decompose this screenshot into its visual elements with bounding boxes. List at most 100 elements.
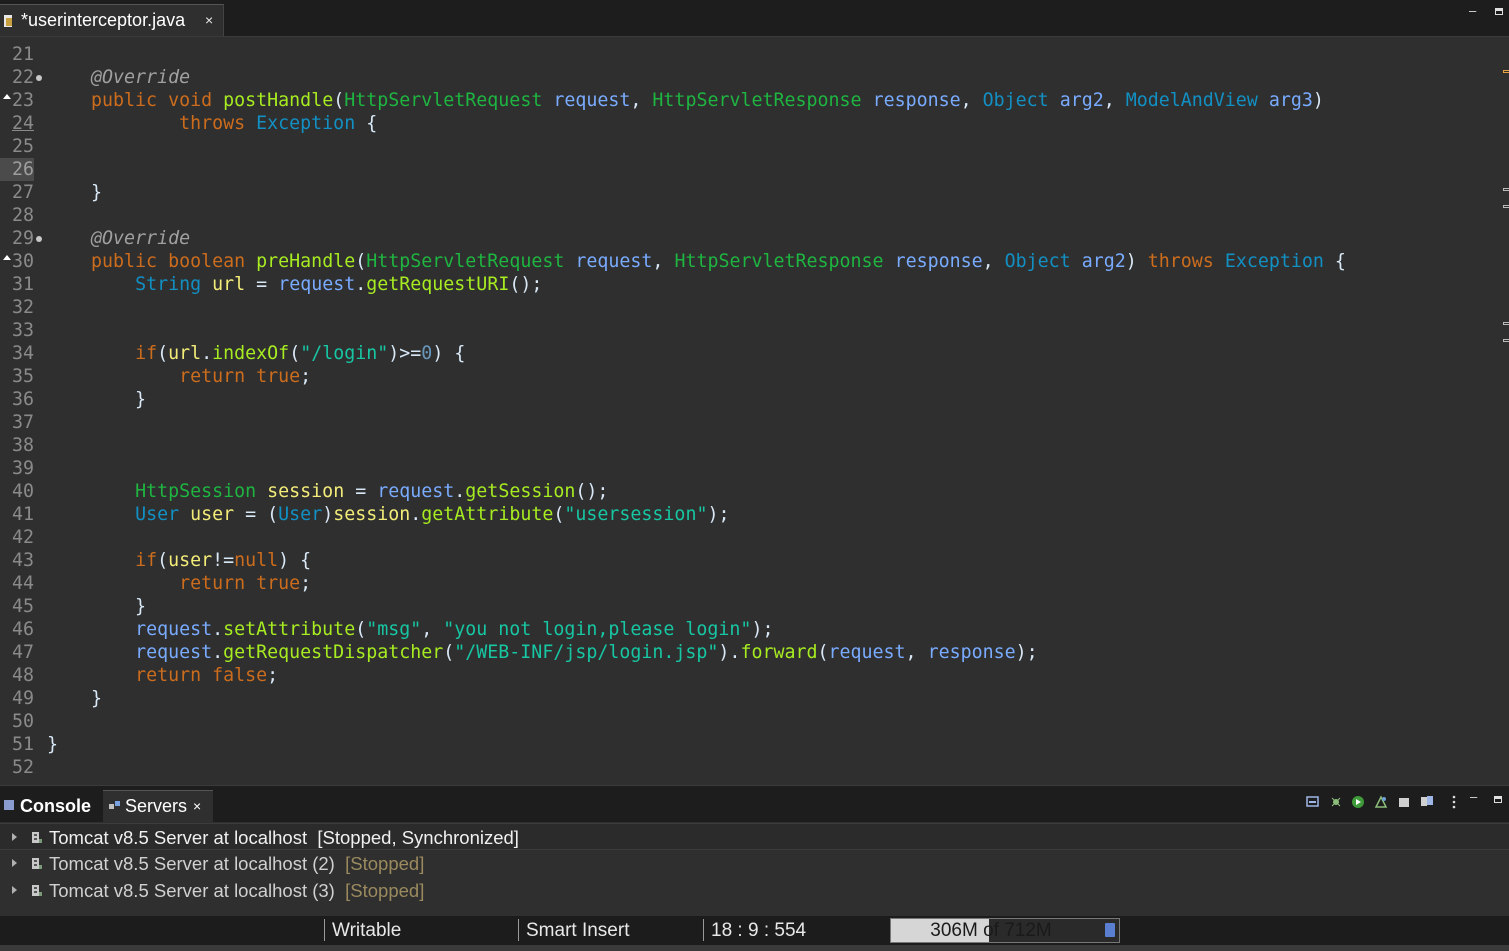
publish-icon[interactable]: [1420, 795, 1434, 809]
code-token: (: [817, 642, 829, 663]
expand-arrow-icon[interactable]: [12, 859, 17, 867]
overview-ruler-mark[interactable]: [1503, 188, 1509, 191]
override-indicator-icon[interactable]: [3, 94, 11, 99]
stop-server-icon[interactable]: [1397, 795, 1411, 809]
status-insert-mode[interactable]: Smart Insert: [526, 917, 629, 944]
profile-server-icon[interactable]: [1374, 795, 1388, 809]
code-line[interactable]: 39: [0, 457, 1500, 480]
close-icon[interactable]: ×: [205, 5, 213, 36]
code-token: (: [333, 90, 345, 111]
code-line[interactable]: 46 request.setAttribute("msg", "you not …: [0, 618, 1500, 641]
code-token: ): [322, 504, 334, 525]
collapse-icon[interactable]: [1306, 795, 1320, 809]
overview-ruler-mark[interactable]: [1503, 205, 1509, 208]
code-line[interactable]: 29 @Override: [0, 227, 1500, 250]
code-line[interactable]: 37: [0, 411, 1500, 434]
code-line[interactable]: 26: [0, 158, 1500, 181]
code-line[interactable]: 51}: [0, 733, 1500, 756]
code-token: indexOf: [212, 343, 290, 364]
expand-arrow-icon[interactable]: [12, 886, 17, 894]
close-icon[interactable]: ×: [193, 791, 201, 822]
code-token: ModelAndView: [1125, 90, 1258, 111]
code-line[interactable]: 23 public void postHandle(HttpServletReq…: [0, 89, 1500, 112]
code-editor[interactable]: 21 22 @Override 23 public void postHandle(…: [0, 37, 1509, 779]
code-line[interactable]: 30 public boolean preHandle(HttpServletR…: [0, 250, 1500, 273]
line-number: 24: [11, 113, 34, 134]
code-line[interactable]: 43 if(user!=null) {: [0, 549, 1500, 572]
code-line[interactable]: 45 }: [0, 595, 1500, 618]
line-number: 23: [11, 90, 34, 111]
view-menu-icon[interactable]: [1447, 795, 1461, 809]
code-line[interactable]: 38: [0, 434, 1500, 457]
code-token: =: [245, 274, 279, 295]
code-text: request.setAttribute("msg", "you not log…: [47, 618, 773, 641]
status-cursor-position[interactable]: 18 : 9 : 554: [711, 917, 806, 944]
tab-console[interactable]: Console: [4, 792, 91, 820]
overview-ruler-mark[interactable]: [1503, 322, 1509, 325]
code-line[interactable]: 21: [0, 43, 1500, 66]
code-token: @Override: [91, 67, 191, 88]
code-line[interactable]: 24 throws Exception {: [0, 112, 1500, 135]
code-line[interactable]: 22 @Override: [0, 66, 1500, 89]
code-token: }: [47, 596, 147, 617]
servers-list: Tomcat v8.5 Server at localhost [Stopped…: [0, 822, 1509, 916]
code-line[interactable]: 36 }: [0, 388, 1500, 411]
expand-arrow-icon[interactable]: [12, 833, 17, 841]
overview-ruler-mark[interactable]: [1503, 70, 1509, 73]
code-line[interactable]: 42: [0, 526, 1500, 549]
code-line[interactable]: 48 return false;: [0, 664, 1500, 687]
override-indicator-icon[interactable]: [3, 255, 11, 260]
fold-marker-icon[interactable]: [36, 236, 42, 242]
code-token: (: [355, 251, 367, 272]
maximize-icon[interactable]: [1494, 796, 1502, 803]
code-line[interactable]: 25: [0, 135, 1500, 158]
code-line[interactable]: 49 }: [0, 687, 1500, 710]
code-line[interactable]: 34 if(url.indexOf("/login")>=0) {: [0, 342, 1500, 365]
code-line[interactable]: 44 return true;: [0, 572, 1500, 595]
code-token: getAttribute: [421, 504, 554, 525]
code-line[interactable]: 41 User user = (User)session.getAttribut…: [0, 503, 1500, 526]
code-line[interactable]: 50: [0, 710, 1500, 733]
code-token: User: [278, 504, 323, 525]
server-label: Tomcat v8.5 Server at localhost (3) [Sto…: [49, 877, 424, 904]
code-line[interactable]: 35 return true;: [0, 365, 1500, 388]
code-token: session: [267, 481, 345, 502]
start-server-icon[interactable]: [1351, 795, 1365, 809]
maximize-icon[interactable]: [1495, 8, 1503, 15]
minimize-icon[interactable]: –: [1470, 789, 1477, 804]
code-line[interactable]: 47 request.getRequestDispatcher("/WEB-IN…: [0, 641, 1500, 664]
code-token: request: [828, 642, 906, 663]
code-line[interactable]: 27 }: [0, 181, 1500, 204]
overview-ruler-mark[interactable]: [1503, 339, 1509, 342]
tab-servers[interactable]: Servers ×: [103, 790, 213, 822]
code-line[interactable]: 40 HttpSession session = request.getSess…: [0, 480, 1500, 503]
server-row[interactable]: Tomcat v8.5 Server at localhost [Stopped…: [0, 823, 1509, 850]
editor-tab[interactable]: *userinterceptor.java ×: [0, 4, 224, 36]
code-line[interactable]: 28: [0, 204, 1500, 227]
code-token: getRequestDispatcher: [223, 642, 444, 663]
fold-marker-icon[interactable]: [36, 75, 42, 81]
line-number: 52: [11, 757, 34, 778]
status-separator: [703, 919, 704, 941]
code-token: true: [256, 366, 301, 387]
minimize-icon[interactable]: –: [1469, 3, 1476, 18]
code-line[interactable]: 52: [0, 756, 1500, 779]
code-token: ,: [960, 90, 983, 111]
server-row[interactable]: Tomcat v8.5 Server at localhost (3) [Sto…: [0, 877, 1509, 904]
code-token: Exception: [1224, 251, 1324, 272]
code-line[interactable]: 33: [0, 319, 1500, 342]
code-line[interactable]: 31 String url = request.getRequestURI();: [0, 273, 1500, 296]
heap-status[interactable]: 306M of 712M: [890, 918, 1120, 943]
garbage-collect-icon[interactable]: [1105, 923, 1115, 937]
code-token: (: [157, 550, 169, 571]
debug-server-icon[interactable]: [1329, 795, 1343, 809]
server-row[interactable]: Tomcat v8.5 Server at localhost (2) [Sto…: [0, 850, 1509, 877]
code-line[interactable]: 32: [0, 296, 1500, 319]
